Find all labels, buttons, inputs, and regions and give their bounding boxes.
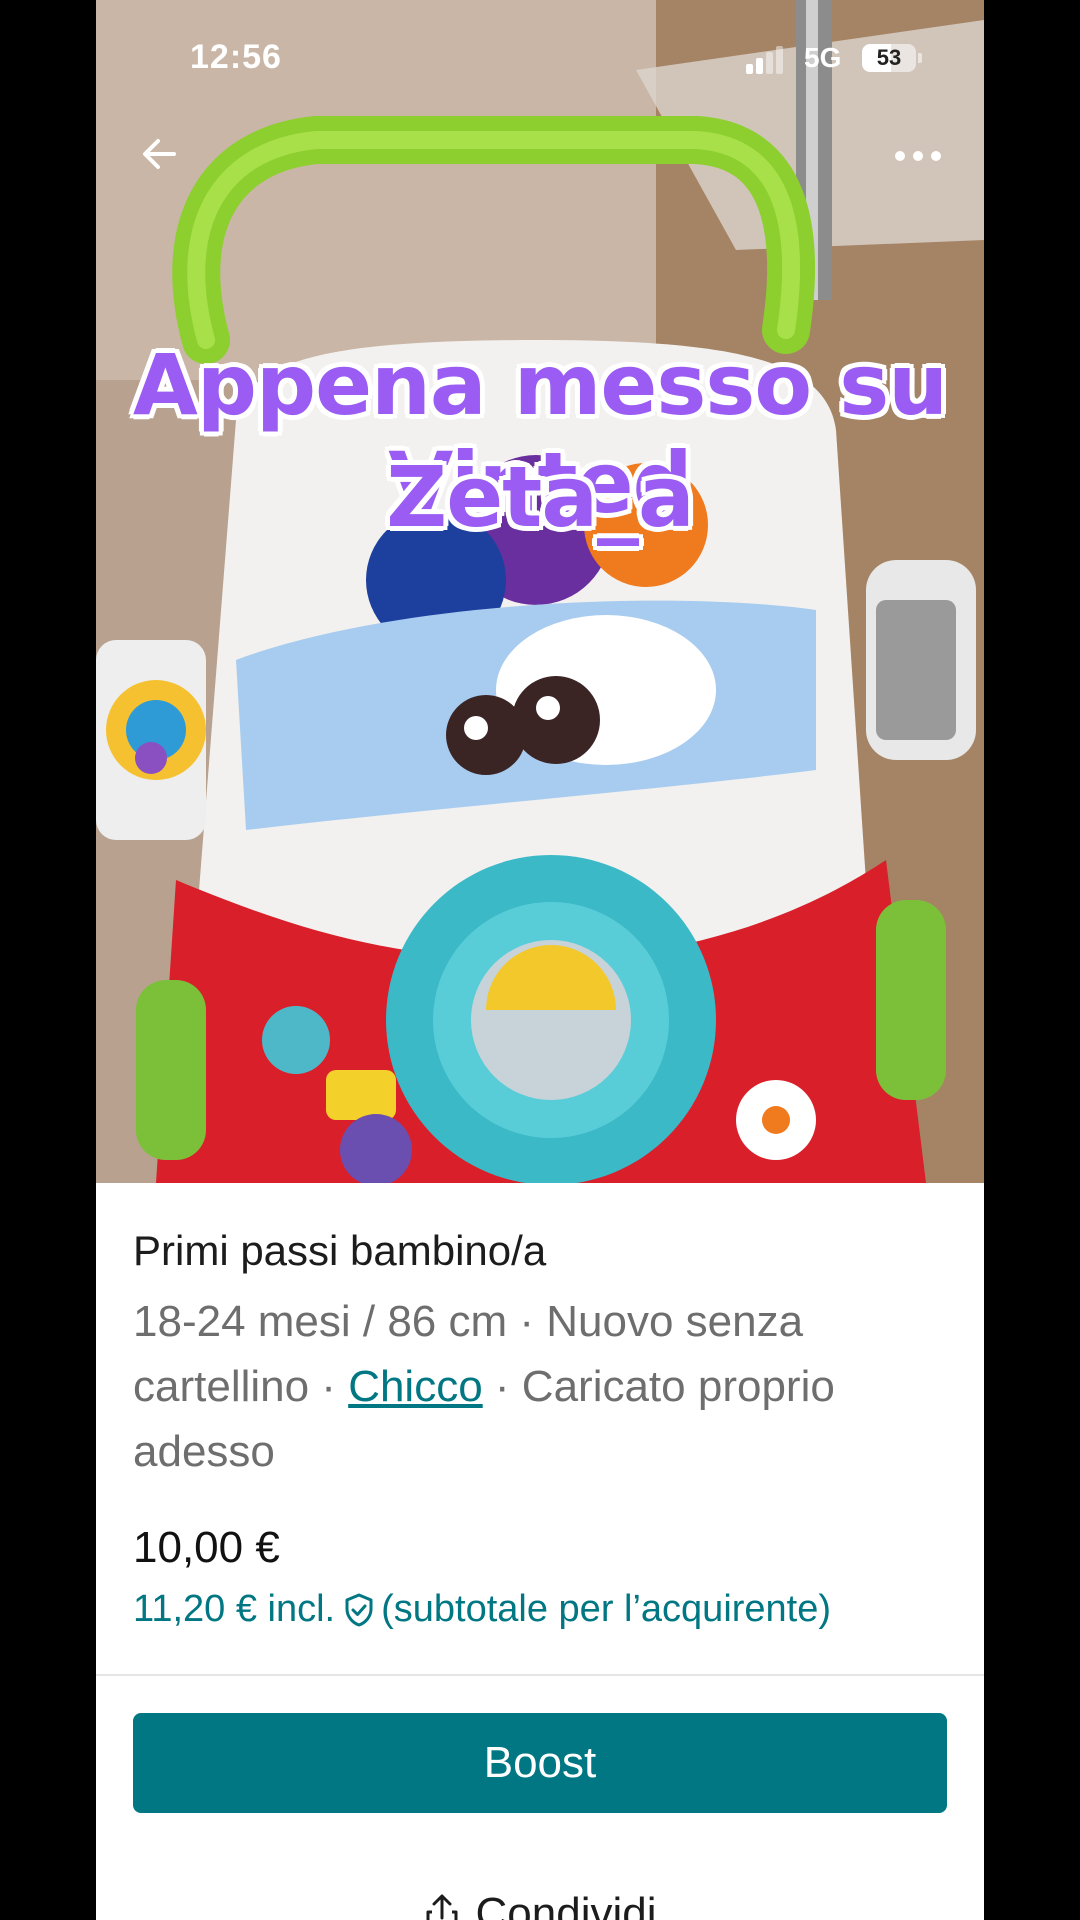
shield-check-icon	[345, 1593, 373, 1626]
baby-walker-photo	[96, 0, 984, 1183]
brand-link[interactable]: Chicco	[348, 1362, 483, 1411]
price-incl-value: 11,20 € incl.	[133, 1588, 336, 1630]
more-horizontal-icon	[895, 151, 941, 161]
status-time: 12:56	[190, 38, 282, 76]
network-type: 5G	[804, 42, 842, 73]
price-incl-note: (subtotale per l’acquirente)	[381, 1588, 832, 1630]
battery-level: 53	[876, 45, 902, 70]
battery-tip	[918, 53, 922, 63]
buyer-protection-price[interactable]: 11,20 € incl. (subtotale per l’acquirent…	[133, 1588, 831, 1631]
status-bar: 12:56 5G 53	[96, 0, 984, 120]
listing-price: 10,00 €	[133, 1523, 280, 1572]
share-icon	[426, 1894, 457, 1920]
listing-meta: 18-24 mesi / 86 cm · Nuovo senza cartell…	[133, 1289, 953, 1484]
listing-photo[interactable]: 12:56 5G 53	[96, 0, 984, 1183]
arrow-left-icon	[143, 139, 176, 169]
more-options-button[interactable]	[888, 136, 948, 176]
boost-button[interactable]: Boost	[133, 1713, 947, 1813]
screen: 12:56 5G 53 Primi passi bambino/a 18-24 …	[96, 0, 984, 1920]
overlay-caption-line2: Zeta_a	[386, 448, 694, 546]
back-button[interactable]	[130, 124, 190, 184]
listing-title: Primi passi bambino/a	[133, 1227, 547, 1274]
share-button[interactable]: Condividi	[96, 1889, 984, 1920]
divider	[96, 1674, 984, 1676]
share-label: Condividi	[475, 1889, 657, 1920]
cellular-signal-icon	[746, 46, 790, 74]
battery-icon: 53	[862, 44, 916, 72]
